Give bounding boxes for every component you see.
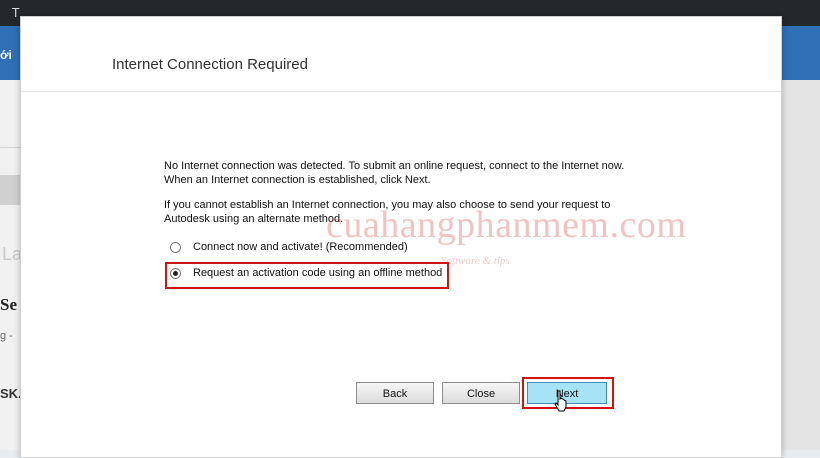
option-connect-now[interactable]: Connect now and activate! (Recommended) [170,241,408,253]
background-fragment: Se [0,295,17,314]
divider [0,147,20,148]
background-fragment: SK. [0,386,22,401]
alternate-method-message: If you cannot establish an Internet conn… [164,199,611,225]
activation-dialog: Internet Connection Required No Internet… [20,16,782,458]
hand-cursor-icon [554,390,567,412]
highlight-box-offline-option [165,262,449,289]
radio-connect-now[interactable] [170,241,181,253]
watermark-subtitle: Software & tips [441,255,510,267]
no-connection-message: No Internet connection was detected. To … [164,160,625,186]
background-right-column [780,80,820,450]
topbar-text: T [12,6,20,20]
background-block [0,175,20,205]
title-divider [21,91,781,92]
back-button[interactable]: Back [356,382,434,404]
close-button[interactable]: Close [442,382,520,404]
background-fragment: g - [0,330,13,342]
dialog-title: Internet Connection Required [112,56,308,73]
header-fragment-text: ới [0,48,12,62]
background-left-column: La Se g - SK. [0,80,22,450]
highlight-box-next-button [522,377,614,409]
option-connect-now-label[interactable]: Connect now and activate! (Recommended) [193,241,408,253]
